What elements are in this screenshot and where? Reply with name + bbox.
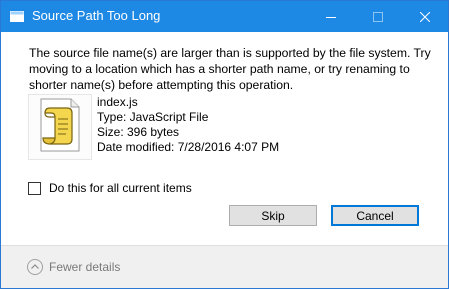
close-icon [420, 11, 430, 22]
explorer-window-icon [10, 11, 24, 22]
apply-to-all-checkbox[interactable] [28, 181, 41, 195]
title-bar[interactable]: Source Path Too Long [1, 1, 448, 32]
apply-to-all-option[interactable]: Do this for all current items [28, 180, 192, 196]
error-message: The source file name(s) are larger than … [29, 46, 431, 92]
file-date-modified: Date modified: 7/28/2016 4:07 PM [97, 140, 280, 154]
skip-button[interactable]: Skip [229, 205, 317, 226]
maximize-button[interactable] [355, 1, 401, 32]
file-details: index.js Type: JavaScript File Size: 396… [97, 95, 279, 155]
chevron-up-circle-icon [27, 259, 43, 275]
window-title: Source Path Too Long [32, 8, 161, 23]
dialog-window: Source Path Too Long The source file nam… [0, 0, 449, 289]
minimize-button[interactable] [308, 1, 354, 32]
file-name: index.js [97, 95, 138, 109]
fewer-details-toggle[interactable]: Fewer details [27, 259, 120, 275]
file-type: Type: JavaScript File [97, 110, 209, 124]
file-thumbnail [28, 94, 92, 160]
cancel-button[interactable]: Cancel [331, 205, 419, 226]
javascript-file-icon [40, 98, 80, 152]
dialog-content: The source file name(s) are larger than … [1, 32, 448, 245]
close-button[interactable] [402, 1, 448, 32]
fewer-details-label[interactable]: Fewer details [49, 259, 120, 275]
file-size: Size: 396 bytes [97, 125, 180, 139]
minimize-icon [326, 16, 336, 18]
dialog-footer: Fewer details [1, 245, 448, 288]
apply-to-all-label[interactable]: Do this for all current items [49, 180, 192, 196]
maximize-icon [373, 11, 383, 22]
